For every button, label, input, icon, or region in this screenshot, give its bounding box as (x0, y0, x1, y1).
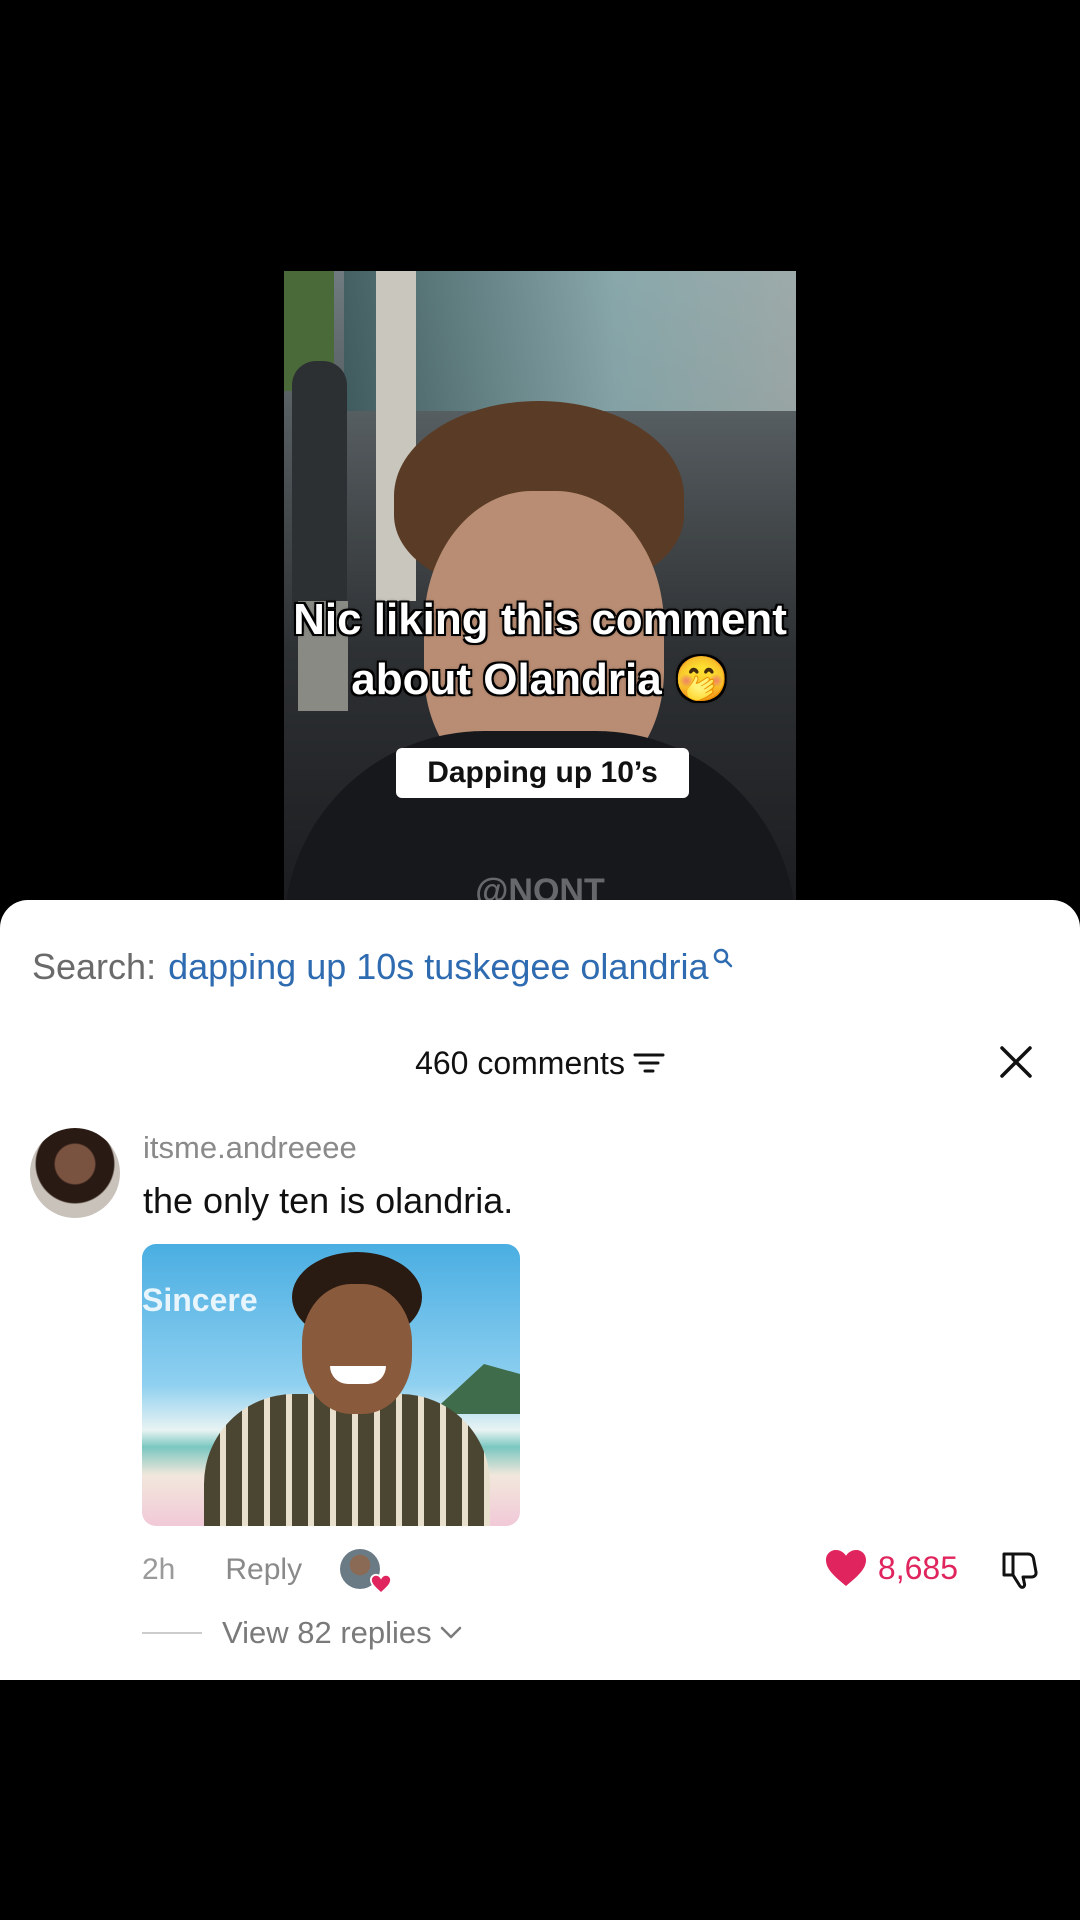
search-label: Search: (32, 946, 157, 987)
video-caption-line2: about Olandria 🤭 (351, 655, 729, 704)
reply-button[interactable]: Reply (225, 1553, 302, 1587)
replies-divider (142, 1632, 202, 1634)
view-replies-label: View 82 replies (222, 1615, 432, 1650)
like-count: 8,685 (877, 1549, 958, 1586)
creator-liked-badge (340, 1549, 393, 1595)
like-button[interactable]: 8,685 (824, 1548, 958, 1588)
video-caption-line1: Nic liking this comment (293, 595, 787, 644)
video-background-person (292, 361, 347, 611)
video-text-sticker: Dapping up 10’s (396, 748, 689, 798)
comments-header: 460 comments (0, 1038, 1080, 1088)
gif-person-face (302, 1284, 412, 1414)
heart-badge-icon (370, 1573, 393, 1595)
chevron-down-icon (440, 1626, 461, 1639)
comments-count: 460 comments (415, 1044, 625, 1081)
comments-sheet: Search: dapping up 10s tuskegee olandria… (0, 900, 1080, 1680)
comment-time: 2h (142, 1553, 176, 1586)
commenter-username[interactable]: itsme.andreeee (143, 1130, 357, 1166)
search-query-link[interactable]: dapping up 10s tuskegee olandria (168, 946, 708, 988)
view-replies-button[interactable]: View 82 replies (142, 1615, 462, 1651)
video-player[interactable] (284, 271, 796, 901)
sort-icon[interactable] (633, 1051, 665, 1075)
comment-meta: 2h Reply (142, 1549, 393, 1595)
close-icon[interactable] (994, 1040, 1038, 1084)
commenter-avatar[interactable] (30, 1128, 120, 1218)
gif-caption: Sincere (142, 1282, 258, 1318)
search-icon (713, 948, 732, 968)
comment-gif-image[interactable]: Sincere (142, 1244, 520, 1526)
heart-icon (825, 1550, 866, 1586)
dislike-icon[interactable] (998, 1548, 1042, 1592)
search-suggestion[interactable]: Search: dapping up 10s tuskegee olandria (32, 942, 733, 992)
video-caption: Nic liking this comment about Olandria 🤭 (0, 590, 1080, 710)
comment-text: the only ten is olandria. (143, 1180, 514, 1221)
